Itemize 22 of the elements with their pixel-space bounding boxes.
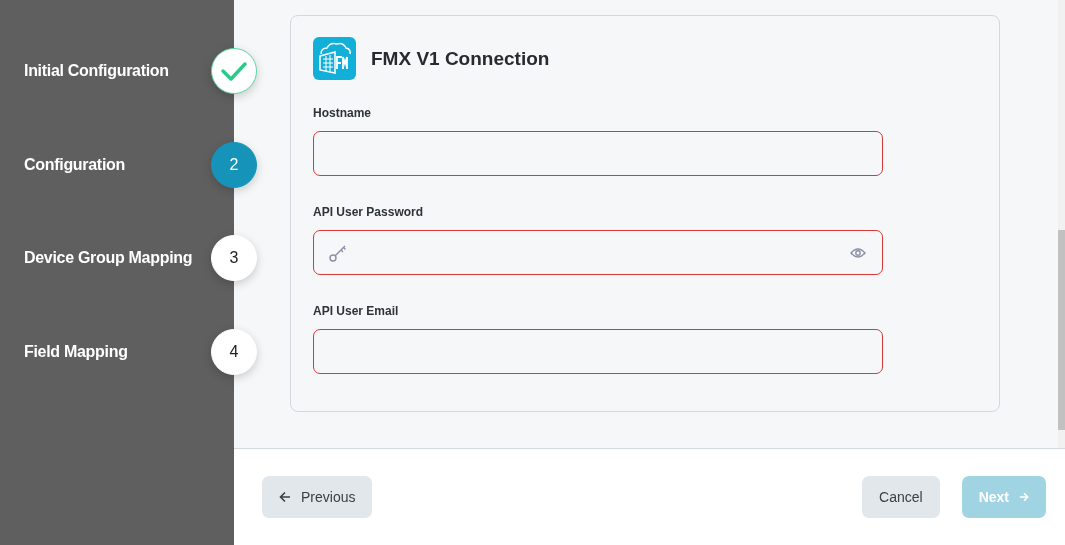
cancel-button[interactable]: Cancel: [862, 476, 940, 518]
step-label: Device Group Mapping: [24, 249, 194, 267]
input-field[interactable]: [313, 329, 883, 374]
input-field[interactable]: [313, 131, 883, 176]
card-title: FMX V1 Connection: [371, 47, 550, 70]
arrow-right-icon: [1019, 492, 1029, 502]
eye-icon[interactable]: [850, 246, 866, 259]
cloud-building-logo-icon: [313, 37, 356, 80]
step-number: 2: [211, 141, 257, 188]
field-label: API User Password: [313, 205, 425, 219]
step-label: Initial Configuration: [24, 62, 170, 80]
step-number: 3: [211, 235, 257, 281]
field-label: API User Email: [313, 304, 400, 318]
previous-button[interactable]: Previous: [262, 476, 373, 518]
step-label: Configuration: [24, 155, 126, 174]
step-number: 4: [211, 328, 257, 375]
arrow-left-icon: [279, 491, 291, 503]
check-icon: [220, 60, 248, 82]
scrollbar[interactable]: [1058, 0, 1065, 448]
password-field[interactable]: [313, 230, 883, 275]
step-label: Field Mapping: [24, 342, 129, 361]
field-label: Hostname: [313, 106, 372, 120]
